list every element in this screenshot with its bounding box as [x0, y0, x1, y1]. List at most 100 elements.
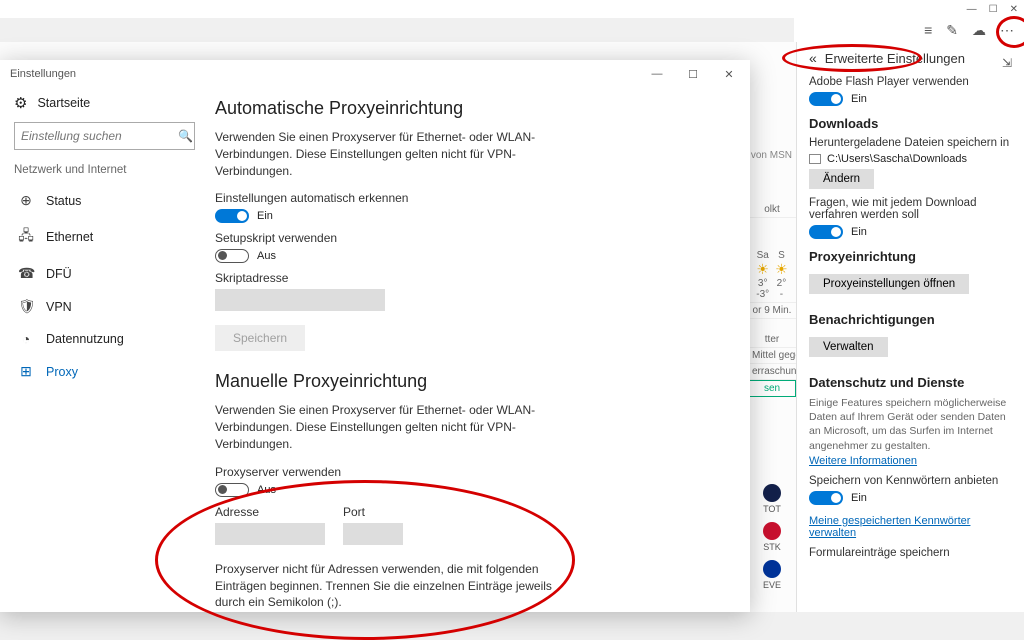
nav-vpn[interactable]: 🛡 VPN	[14, 290, 195, 323]
weather-day-so: S	[775, 250, 788, 261]
script-address-label: Skriptadresse	[215, 271, 730, 285]
downloads-path-label: Heruntergeladene Dateien speichern in	[809, 137, 1012, 149]
proxy-port-label: Port	[343, 505, 403, 519]
nav-status-label: Status	[46, 194, 81, 208]
settings-minimize-button[interactable]: —	[640, 64, 674, 85]
settings-nav: ⚙ Startseite 🔍 Netzwerk und Internet ⊕ St…	[0, 88, 205, 612]
settings-section-label: Netzwerk und Internet	[14, 164, 195, 176]
dialup-icon: ☎	[18, 265, 34, 282]
edge-panel-title: Erweiterte Einstellungen	[825, 51, 965, 66]
auto-detect-label: Einstellungen automatisch erkennen	[215, 191, 730, 205]
windows-settings-window: Einstellungen — ☐ ✕ ⚙ Startseite 🔍 Netzw…	[0, 60, 750, 612]
notifications-heading: Benachrichtigungen	[809, 312, 1012, 327]
nav-vpn-label: VPN	[46, 300, 72, 314]
team-eve: EVE	[748, 556, 796, 594]
auto-proxy-heading: Automatische Proxyeinrichtung	[215, 98, 730, 119]
nav-dfu[interactable]: ☎ DFÜ	[14, 257, 195, 290]
weather-day-sa: Sa	[756, 250, 769, 261]
proxy-exclude-label: Proxyserver nicht für Adressen verwenden…	[215, 561, 555, 611]
settings-maximize-button[interactable]: ☐	[676, 64, 710, 85]
flash-label: Adobe Flash Player verwenden	[809, 76, 1012, 88]
proxy-icon: ⊞	[18, 363, 34, 380]
settings-content: Automatische Proxyeinrichtung Verwenden …	[205, 88, 750, 612]
nav-dfu-label: DFÜ	[46, 267, 72, 281]
settings-home-button[interactable]: ⚙ Startseite	[14, 94, 195, 112]
flash-toggle[interactable]	[809, 92, 843, 106]
share-icon[interactable]: ☁	[972, 22, 986, 39]
open-proxy-settings-button[interactable]: Proxyeinstellungen öffnen	[809, 274, 969, 294]
team-tot: TOT	[748, 480, 796, 518]
temp-hi2: 2°	[775, 278, 788, 289]
auto-proxy-description: Verwenden Sie einen Proxyserver für Ethe…	[215, 129, 555, 179]
temp-lo2: -	[775, 289, 788, 300]
nav-ethernet[interactable]: 🖧Ethernet	[14, 217, 195, 257]
privacy-more-info-link[interactable]: Weitere Informationen	[809, 455, 917, 467]
save-forms-label: Formulareinträge speichern	[809, 547, 1012, 559]
news-line: tter	[748, 332, 796, 348]
change-download-folder-button[interactable]: Ändern	[809, 169, 874, 189]
save-passwords-label: Speichern von Kennwörtern anbieten	[809, 475, 1012, 487]
annotate-icon[interactable]: ✎	[946, 22, 958, 39]
browser-maximize[interactable]: ☐	[989, 4, 998, 15]
proxy-address-label: Adresse	[215, 505, 325, 519]
nav-proxy[interactable]: ⊞ Proxy	[14, 355, 195, 388]
status-icon: ⊕	[18, 192, 34, 209]
downloads-heading: Downloads	[809, 116, 1012, 131]
ask-each-download-label: Fragen, wie mit jedem Download verfahren…	[809, 197, 1012, 221]
script-address-input[interactable]	[215, 289, 385, 311]
save-auto-button: Speichern	[215, 325, 305, 351]
pin-icon[interactable]: ⇲	[1002, 56, 1012, 70]
settings-search-input[interactable]	[21, 129, 178, 143]
more-menu-icon[interactable]: ⋯	[1000, 22, 1014, 39]
setup-script-toggle[interactable]	[215, 249, 249, 263]
nav-proxy-label: Proxy	[46, 365, 78, 379]
sun-icon: ☀	[756, 261, 769, 278]
home-label: Startseite	[37, 96, 90, 110]
save-passwords-toggle[interactable]	[809, 491, 843, 505]
ask-each-download-toggle[interactable]	[809, 225, 843, 239]
edge-panel-header[interactable]: « Erweiterte Einstellungen	[809, 50, 965, 66]
weather-forecast: Sa☀3°-3° S☀2°- or 9 Min.	[748, 248, 796, 319]
manage-passwords-link[interactable]: Meine gespeicherten Kennwörter verwalten	[809, 515, 1012, 539]
search-icon: 🔍	[178, 129, 193, 143]
settings-window-title: Einstellungen	[10, 68, 76, 80]
folder-icon	[809, 154, 821, 164]
proxy-heading: Proxyeinrichtung	[809, 249, 1012, 264]
settings-search-box[interactable]: 🔍	[14, 122, 195, 150]
settings-close-button[interactable]: ✕	[712, 64, 746, 85]
browser-window-controls: — ☐ ✕	[0, 0, 1024, 18]
browser-close[interactable]: ✕	[1010, 4, 1018, 15]
setup-script-label: Setupskript verwenden	[215, 231, 730, 245]
use-proxy-toggle[interactable]	[215, 483, 249, 497]
team-stk: STK	[748, 518, 796, 556]
nav-data-label: Datennutzung	[46, 332, 124, 346]
browser-minimize[interactable]: —	[967, 4, 977, 15]
vpn-icon: 🛡	[18, 298, 34, 315]
nav-data-usage[interactable]: ◔ Datennutzung	[14, 323, 195, 355]
hub-icon[interactable]: ≡	[924, 22, 932, 38]
save-passwords-state: Ein	[851, 492, 867, 504]
temp-hi: 3°	[756, 278, 769, 289]
news-snippet: tter Mittel gegen erraschungen. sen	[748, 332, 796, 397]
auto-detect-toggle[interactable]	[215, 209, 249, 223]
news-button[interactable]: sen	[748, 380, 796, 397]
gear-icon: ⚙	[14, 94, 27, 112]
news-line: erraschungen.	[748, 364, 796, 380]
use-proxy-label: Proxyserver verwenden	[215, 465, 730, 479]
proxy-port-input[interactable]	[343, 523, 403, 545]
proxy-address-input[interactable]	[215, 523, 325, 545]
ask-each-download-state: Ein	[851, 226, 867, 238]
manage-notifications-button[interactable]: Verwalten	[809, 337, 888, 357]
weather-cloudy: olkt	[748, 202, 796, 218]
auto-detect-state: Ein	[257, 210, 273, 222]
manual-proxy-heading: Manuelle Proxyeinrichtung	[215, 371, 730, 392]
weather-widget: olkt	[748, 202, 796, 218]
setup-script-state: Aus	[257, 250, 276, 262]
privacy-heading: Datenschutz und Dienste	[809, 375, 1012, 390]
weather-updated: or 9 Min.	[748, 303, 796, 319]
sun-icon: ☀	[775, 261, 788, 278]
data-usage-icon: ◔	[18, 331, 34, 347]
nav-status[interactable]: ⊕ Status	[14, 184, 195, 217]
downloads-path-row: C:\Users\Sascha\Downloads	[809, 153, 1012, 165]
back-icon[interactable]: «	[809, 50, 817, 66]
